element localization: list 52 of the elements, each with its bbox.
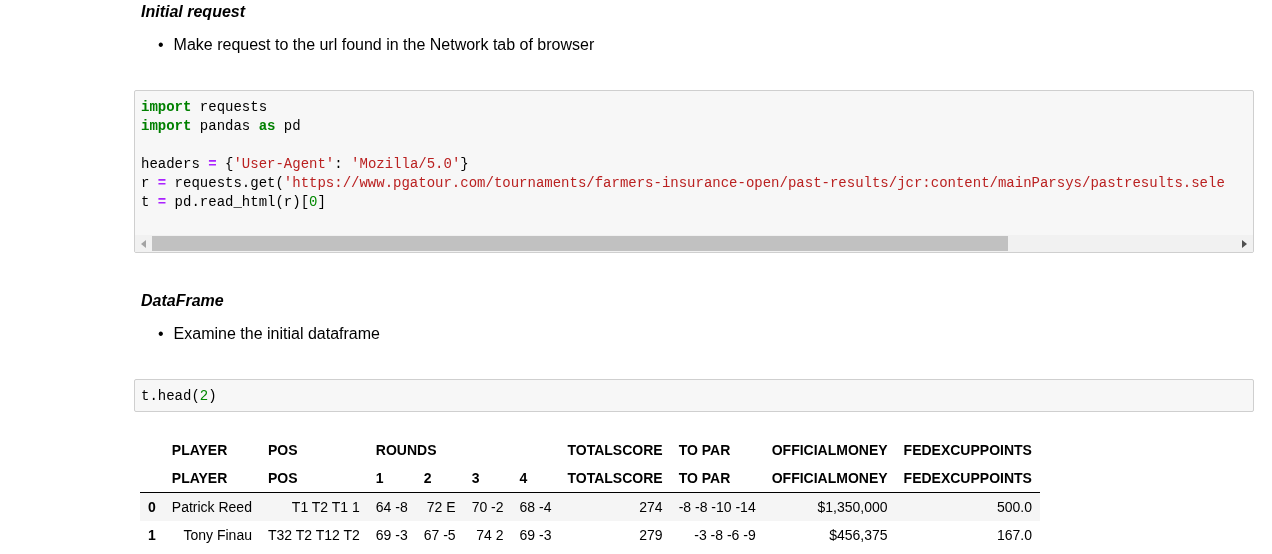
table-cell: 69 -3 bbox=[367, 521, 416, 549]
table-cell: 74 2 bbox=[463, 521, 512, 549]
code-line: headers = {'User-Agent': 'Mozilla/5.0'} bbox=[141, 155, 469, 174]
column-header: TOTALSCORE bbox=[566, 441, 664, 460]
section-heading: Initial request bbox=[141, 2, 247, 22]
bullet-text: Examine the initial dataframe bbox=[173, 324, 380, 344]
row-index: 0 bbox=[140, 492, 164, 521]
table-cell: 274 bbox=[559, 492, 671, 521]
table-cell: -3 -8 -6 -9 bbox=[670, 521, 764, 549]
code-line: import pandas as pd bbox=[141, 117, 301, 136]
table-cell: T32 T2 T12 T2 bbox=[259, 521, 368, 549]
code-line: import requests bbox=[141, 98, 268, 117]
column-header: POS bbox=[266, 441, 299, 460]
column-header: TOTALSCORE bbox=[559, 464, 671, 493]
table-cell: 72 E bbox=[415, 492, 464, 521]
column-header: TO PAR bbox=[677, 441, 732, 460]
column-header: TO PAR bbox=[670, 464, 764, 493]
column-header: PLAYER bbox=[163, 464, 260, 493]
table-cell: 279 bbox=[559, 521, 671, 549]
section-heading: DataFrame bbox=[141, 291, 225, 311]
column-header: OFFICIALMONEY bbox=[770, 441, 889, 460]
table-cell: 167.0 bbox=[895, 521, 1040, 549]
column-header: OFFICIALMONEY bbox=[763, 464, 896, 493]
code-line: r = requests.get('https://www.pgatour.com/tournaments/farmers-insurance-open/past-results/jcr:content/mainParsys/pastresults.sele bbox=[141, 174, 1225, 193]
scrollbar-thumb[interactable] bbox=[152, 236, 1009, 251]
table-cell: Tony Finau bbox=[163, 521, 260, 549]
column-header: PLAYER bbox=[170, 441, 229, 460]
table-cell: 69 -3 bbox=[511, 521, 560, 549]
table-cell: T1 T2 T1 1 bbox=[259, 492, 368, 521]
column-header: 2 bbox=[415, 464, 464, 493]
column-header: ROUNDS bbox=[374, 441, 438, 460]
column-header: POS bbox=[259, 464, 368, 493]
table-cell: 70 -2 bbox=[463, 492, 512, 521]
column-header: 1 bbox=[367, 464, 416, 493]
bullet-marker: • bbox=[158, 35, 164, 55]
table-cell: $456,375 bbox=[763, 521, 896, 549]
table-cell: 64 -8 bbox=[367, 492, 416, 521]
column-header: 4 bbox=[511, 464, 560, 493]
row-index: 1 bbox=[140, 521, 164, 549]
column-header: 3 bbox=[463, 464, 512, 493]
table-cell: 67 -5 bbox=[415, 521, 464, 549]
column-header: FEDEXCUPPOINTS bbox=[895, 464, 1040, 493]
table-cell: 68 -4 bbox=[511, 492, 560, 521]
code-line: t.head(2) bbox=[141, 387, 217, 406]
table-cell: 500.0 bbox=[895, 492, 1040, 521]
column-header: FEDEXCUPPOINTS bbox=[902, 441, 1033, 460]
bullet-marker: • bbox=[158, 324, 164, 344]
table-cell: -8 -8 -10 -14 bbox=[670, 492, 764, 521]
bullet-text: Make request to the url found in the Network tab of browser bbox=[173, 35, 595, 55]
table-cell: Patrick Reed bbox=[163, 492, 260, 521]
code-line: t = pd.read_html(r)[0] bbox=[141, 193, 326, 212]
table-cell: $1,350,000 bbox=[763, 492, 896, 521]
